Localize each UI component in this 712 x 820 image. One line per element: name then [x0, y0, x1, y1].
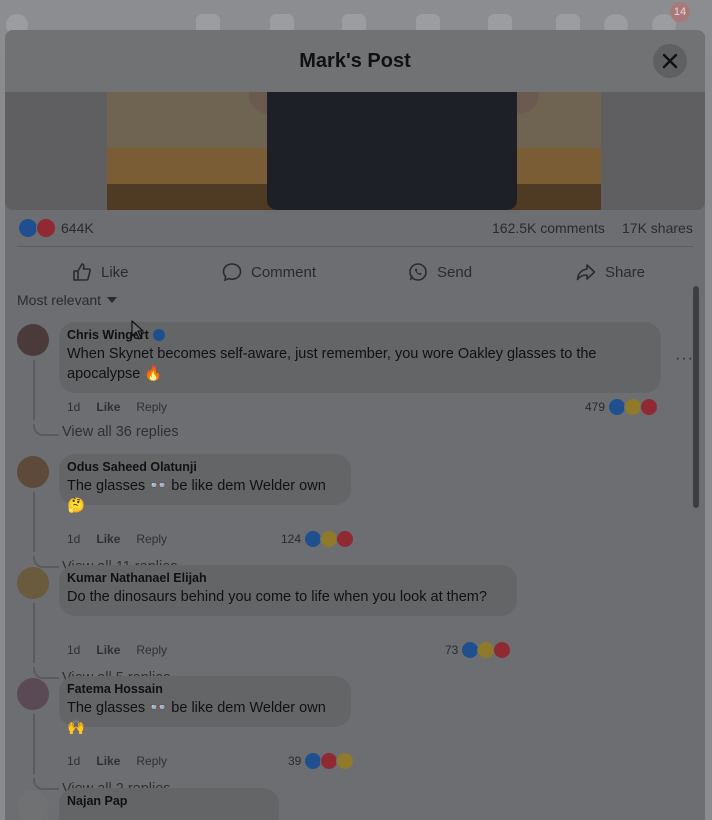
- comment-bubble: Odus Saheed Olatunji The glasses 👓 be li…: [59, 454, 351, 514]
- thread-connector: [33, 424, 59, 436]
- comment-meta: 1d Like Reply: [67, 400, 167, 414]
- thread-connector: [33, 778, 59, 790]
- post-image[interactable]: [5, 92, 705, 210]
- scrollbar[interactable]: [693, 286, 699, 508]
- comment-text: When Skynet becomes self-aware, just rem…: [67, 346, 597, 382]
- comment-text: The glasses 👓 be like dem Welder own🤔: [67, 478, 326, 514]
- sort-dropdown[interactable]: Most relevant: [17, 292, 118, 308]
- comment-bubble: Najan Pap: [59, 788, 279, 820]
- send-button[interactable]: Send: [407, 252, 472, 292]
- comment-time[interactable]: 1d: [67, 532, 80, 546]
- love-reaction-icon: [36, 218, 56, 238]
- avatar[interactable]: [17, 456, 49, 488]
- post-dialog: Mark's Post 644K 162.5K comments 17K sha…: [5, 30, 705, 820]
- comment-author[interactable]: Najan Pap: [67, 794, 127, 808]
- avatar[interactable]: [17, 790, 49, 820]
- comment-like-button[interactable]: Like: [96, 754, 120, 768]
- comment-time[interactable]: 1d: [67, 400, 80, 414]
- thread-connector: [33, 667, 59, 679]
- like-button[interactable]: Like: [71, 252, 129, 292]
- comment-reaction-count: 479: [585, 400, 606, 414]
- comment-bubble: Chris Wingert When Skynet becomes self-a…: [59, 322, 661, 393]
- like-label: Like: [101, 263, 129, 281]
- comment-reaction-count: 73: [445, 643, 459, 657]
- image-person: [267, 92, 517, 210]
- comment-author-row: Odus Saheed Olatunji: [67, 460, 339, 474]
- thread-line: [33, 603, 35, 663]
- comment-text: The glasses 👓 be like dem Welder own🙌: [67, 700, 326, 736]
- more-options-icon[interactable]: ···: [675, 350, 694, 368]
- comment-reactions[interactable]: 39: [288, 752, 355, 770]
- comment-reaction-count: 39: [288, 754, 302, 768]
- thread-line: [33, 360, 35, 420]
- notification-badge: 14: [670, 2, 690, 22]
- comment-reaction-count: 124: [281, 532, 302, 546]
- close-button[interactable]: [653, 44, 687, 78]
- comments-count[interactable]: 162.5K comments: [492, 220, 605, 236]
- comment-meta: 1d Like Reply: [67, 643, 167, 657]
- comment-reply-button[interactable]: Reply: [136, 754, 167, 768]
- comment-bubble: Kumar Nathanael Elijah Do the dinosaurs …: [59, 565, 517, 616]
- view-replies-link[interactable]: View all 36 replies: [62, 424, 179, 440]
- comment-bubble: Fatema Hossain The glasses 👓 be like dem…: [59, 676, 351, 736]
- post-stats: 644K 162.5K comments 17K shares: [5, 216, 705, 240]
- comment-reply-button[interactable]: Reply: [136, 532, 167, 546]
- comment-button[interactable]: Comment: [221, 252, 316, 292]
- comment-author[interactable]: Fatema Hossain: [67, 682, 163, 696]
- avatar[interactable]: [17, 324, 49, 356]
- comment-reply-button[interactable]: Reply: [136, 400, 167, 414]
- love-reaction-icon: [640, 398, 659, 416]
- sort-label: Most relevant: [17, 292, 102, 308]
- caret-down-icon: [107, 297, 118, 303]
- divider: [17, 246, 693, 247]
- send-label: Send: [437, 263, 473, 281]
- comment-reactions[interactable]: 73: [445, 641, 512, 659]
- whatsapp-icon: [409, 263, 427, 281]
- share-icon: [576, 264, 596, 281]
- comment-reply-button[interactable]: Reply: [136, 643, 167, 657]
- comment-author[interactable]: Kumar Nathanael Elijah: [67, 571, 207, 585]
- like-reaction-icon: [18, 218, 38, 238]
- comment-time[interactable]: 1d: [67, 643, 80, 657]
- share-label: Share: [605, 263, 646, 281]
- thumbs-up-icon: [73, 263, 91, 281]
- comment-text: Do the dinosaurs behind you come to life…: [67, 589, 487, 605]
- comment-like-button[interactable]: Like: [96, 643, 120, 657]
- comment-like-button[interactable]: Like: [96, 400, 120, 414]
- comment-label: Comment: [251, 263, 317, 281]
- haha-reaction-icon: [336, 752, 355, 770]
- verified-badge-icon: [152, 329, 165, 341]
- dialog-header: Mark's Post: [5, 30, 705, 93]
- dialog-title: Mark's Post: [299, 50, 411, 72]
- comment-author-row: Najan Pap: [67, 794, 267, 808]
- thread-line: [33, 492, 35, 552]
- shares-count[interactable]: 17K shares: [622, 220, 693, 236]
- thread-connector: [33, 556, 59, 568]
- love-reaction-icon: [493, 641, 512, 659]
- avatar[interactable]: [17, 678, 49, 710]
- comment-reactions[interactable]: 124: [281, 530, 355, 548]
- comment-author-row: Kumar Nathanael Elijah: [67, 571, 505, 585]
- comment-meta: 1d Like Reply: [67, 532, 167, 546]
- comment-meta: 1d Like Reply: [67, 754, 167, 768]
- avatar[interactable]: [17, 567, 49, 599]
- post-actions: Like Comment Send Share: [5, 252, 705, 292]
- comment-time[interactable]: 1d: [67, 754, 80, 768]
- share-button[interactable]: Share: [575, 252, 645, 292]
- comment-author-row: Fatema Hossain: [67, 682, 339, 696]
- comment-like-button[interactable]: Like: [96, 532, 120, 546]
- comment-author-row: Chris Wingert: [67, 328, 649, 342]
- comment-author[interactable]: Odus Saheed Olatunji: [67, 460, 197, 474]
- love-reaction-icon: [336, 530, 355, 548]
- comment-reactions[interactable]: 479: [585, 398, 659, 416]
- mouse-cursor-icon: [131, 320, 144, 340]
- reaction-count[interactable]: 644K: [61, 220, 94, 236]
- close-icon: [662, 53, 678, 69]
- thread-line: [33, 714, 35, 774]
- comment-icon: [222, 263, 242, 282]
